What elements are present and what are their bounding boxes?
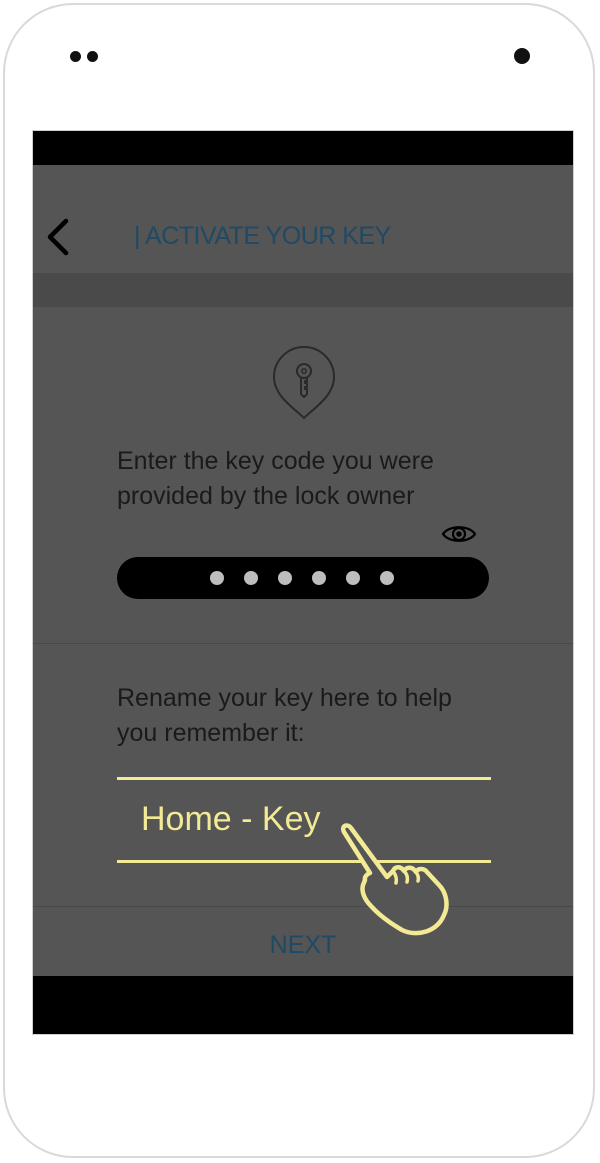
masked-code-dot (379, 571, 394, 585)
rename-field-container (117, 777, 491, 863)
rename-label: Rename your key here to help you remembe… (117, 684, 452, 747)
page-title: | ACTIVATE YOUR KEY (134, 222, 391, 250)
chevron-left-icon (47, 218, 69, 256)
next-button[interactable]: NEXT (33, 915, 573, 975)
key-code-input[interactable] (117, 557, 489, 599)
key-code-instruction: Enter the key code you were provided by … (117, 447, 434, 510)
app-screen: | ACTIVATE YOUR KEY Enter the key code y… (32, 130, 574, 1035)
masked-code-dot (311, 571, 326, 585)
app-header: | ACTIVATE YOUR KEY (33, 165, 573, 274)
header-stripe (33, 273, 573, 307)
front-camera (514, 48, 530, 64)
eye-icon (441, 526, 477, 542)
toggle-visibility-button[interactable] (441, 522, 477, 551)
section-divider (33, 643, 573, 644)
navigation-bar (33, 976, 573, 1034)
status-bar (33, 131, 573, 165)
section-divider (33, 906, 573, 907)
back-button[interactable] (41, 215, 75, 259)
key-name-input[interactable] (141, 800, 471, 839)
masked-code-dot (209, 571, 224, 585)
masked-code-dot (345, 571, 360, 585)
sensor-dot (87, 51, 98, 62)
masked-code-dot (277, 571, 292, 585)
key-pin-icon (272, 346, 336, 420)
masked-code-dot (243, 571, 258, 585)
sensor-dot (70, 51, 81, 62)
